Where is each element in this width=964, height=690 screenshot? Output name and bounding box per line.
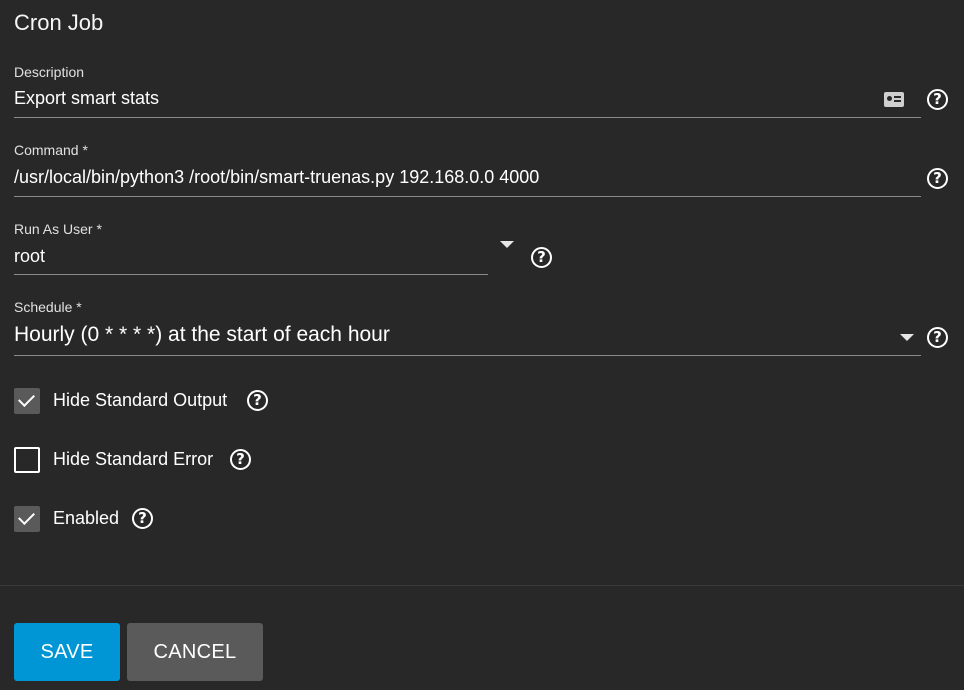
hide-stdout-help-icon[interactable]: ? <box>247 390 268 411</box>
schedule-label: Schedule * <box>14 299 82 315</box>
schedule-select[interactable]: Hourly (0 * * * *) at the start of each … <box>14 323 390 347</box>
hide-stdout-label: Hide Standard Output <box>53 390 228 410</box>
description-input[interactable]: Export smart stats <box>14 88 159 109</box>
command-input[interactable]: /usr/local/bin/python3 /root/bin/smart-t… <box>14 167 539 188</box>
command-underline <box>14 196 921 197</box>
hide-stderr-checkbox[interactable] <box>14 447 40 473</box>
description-label: Description <box>14 64 85 80</box>
enabled-checkbox[interactable] <box>14 506 40 532</box>
schedule-underline <box>14 355 921 356</box>
description-help-icon[interactable]: ? <box>927 89 948 110</box>
hide-stderr-help-icon[interactable]: ? <box>230 449 251 470</box>
check-icon <box>18 508 35 525</box>
schedule-help-icon[interactable]: ? <box>927 327 948 348</box>
cancel-button[interactable]: CANCEL <box>127 623 263 681</box>
enabled-help-icon[interactable]: ? <box>132 508 153 529</box>
enabled-label: Enabled <box>53 508 120 528</box>
run-as-user-input[interactable]: root <box>14 246 45 267</box>
command-label: Command * <box>14 142 88 158</box>
run-as-user-label: Run As User * <box>14 221 102 237</box>
check-icon <box>18 390 35 407</box>
cron-job-dialog: Cron Job Description Export smart stats … <box>0 0 964 690</box>
footer-divider <box>0 585 964 586</box>
save-button[interactable]: SAVE <box>14 623 120 681</box>
run-as-user-help-icon[interactable]: ? <box>531 247 552 268</box>
run-as-user-dropdown-icon[interactable] <box>500 241 514 248</box>
command-help-icon[interactable]: ? <box>927 168 948 189</box>
hide-stderr-label: Hide Standard Error <box>53 449 214 469</box>
hide-stdout-checkbox[interactable] <box>14 388 40 414</box>
contact-card-icon[interactable] <box>884 92 904 107</box>
description-underline <box>14 117 921 118</box>
dialog-title: Cron Job <box>14 10 104 35</box>
schedule-dropdown-icon[interactable] <box>900 334 914 341</box>
run-as-user-underline <box>14 274 488 275</box>
